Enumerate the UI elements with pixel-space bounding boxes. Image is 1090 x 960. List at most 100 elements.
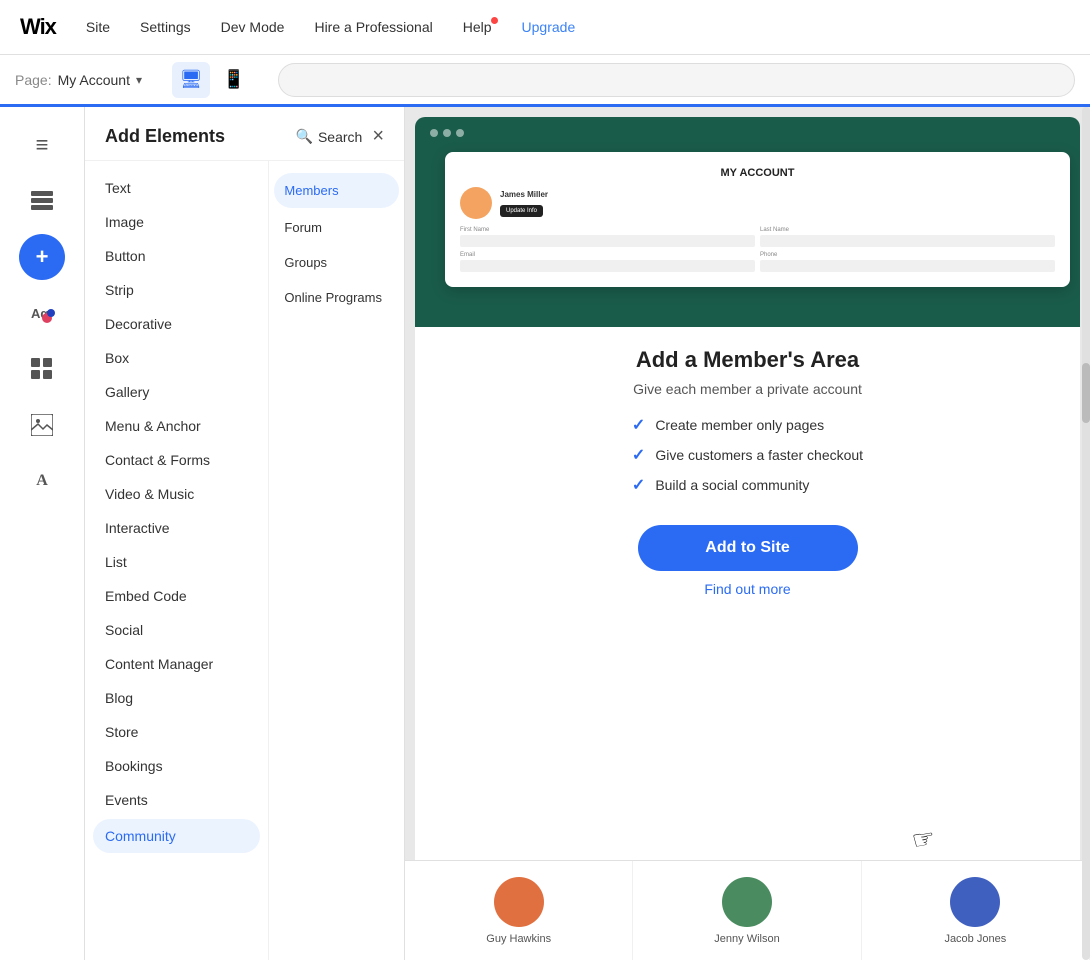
mock-field-label-fn: First Name (460, 227, 755, 233)
sidebar-item-media[interactable] (19, 402, 65, 448)
sidebar-item-pages[interactable]: ≡ (19, 122, 65, 168)
page-selector[interactable]: Page: My Account ▾ (15, 72, 142, 88)
feature-subtitle: Give each member a private account (435, 381, 1060, 397)
mock-field-label-ph: Phone (760, 252, 1055, 258)
avatar-label-3: Jacob Jones (944, 933, 1006, 945)
sidebar-item-apps[interactable] (19, 346, 65, 392)
sidebar-item-theme[interactable]: Aα (19, 290, 65, 336)
mock-field-input-em (460, 260, 755, 272)
view-icons: 🖥 📱 (172, 62, 253, 98)
avatar-preview-3: Jacob Jones (862, 861, 1090, 960)
mock-user-info: James Miller Update Info (500, 190, 548, 217)
category-video-music[interactable]: Video & Music (85, 477, 268, 511)
category-community[interactable]: Community (93, 819, 260, 853)
search-icon: 🔍 (296, 128, 313, 145)
mock-avatar (460, 187, 492, 219)
chevron-down-icon[interactable]: ▾ (136, 73, 142, 87)
mobile-view-button[interactable]: 📱 (215, 62, 253, 98)
category-embed-code[interactable]: Embed Code (85, 579, 268, 613)
nav-settings[interactable]: Settings (140, 19, 191, 35)
bottom-previews: Guy Hawkins Jenny Wilson Jacob Jones (405, 860, 1090, 960)
avatar-1 (494, 877, 544, 927)
dot-3 (456, 129, 464, 137)
mock-avatar-row: James Miller Update Info (460, 187, 1055, 219)
close-panel-button[interactable]: × (372, 125, 384, 148)
feature-checks: ✓ Create member only pages ✓ Give custom… (632, 415, 863, 505)
nav-site[interactable]: Site (86, 19, 110, 35)
add-elements-panel: Add Elements 🔍 Search × Text Image Butto… (85, 107, 405, 960)
category-list[interactable]: List (85, 545, 268, 579)
category-strip[interactable]: Strip (85, 273, 268, 307)
top-bar: Wix Site Settings Dev Mode Hire a Profes… (0, 0, 1090, 55)
category-decorative[interactable]: Decorative (85, 307, 268, 341)
sidebar-item-add[interactable]: + (19, 234, 65, 280)
desktop-view-button[interactable]: 🖥 (172, 62, 210, 98)
main-layout: ≡ + Aα A Add Elements 🔍 Search (0, 107, 1090, 960)
check-item-1: ✓ Create member only pages (632, 415, 863, 435)
avatar-label-2: Jenny Wilson (714, 933, 779, 945)
sub-item-forum[interactable]: Forum (269, 210, 404, 245)
mock-field-input-fn (460, 235, 755, 247)
feature-title: Add a Member's Area (435, 347, 1060, 373)
page-bar: Page: My Account ▾ 🖥 📱 (0, 55, 1090, 107)
check-icon-3: ✓ (632, 475, 645, 495)
page-label: Page: (15, 72, 52, 88)
dot-2 (443, 129, 451, 137)
nav-help[interactable]: Help (463, 19, 492, 35)
nav-devmode[interactable]: Dev Mode (221, 19, 285, 35)
check-label-2: Give customers a faster checkout (655, 447, 863, 463)
category-menu-anchor[interactable]: Menu & Anchor (85, 409, 268, 443)
nav-hire[interactable]: Hire a Professional (314, 19, 432, 35)
avatar-preview-2: Jenny Wilson (633, 861, 861, 960)
check-icon-2: ✓ (632, 445, 645, 465)
avatar-3 (950, 877, 1000, 927)
panel-search-button[interactable]: 🔍 Search (296, 128, 363, 145)
top-search-bar[interactable] (278, 63, 1075, 97)
category-interactive[interactable]: Interactive (85, 511, 268, 545)
dot-1 (430, 129, 438, 137)
category-store[interactable]: Store (85, 715, 268, 749)
category-social[interactable]: Social (85, 613, 268, 647)
category-text[interactable]: Text (85, 171, 268, 205)
mock-field-firstname: First Name (460, 227, 755, 247)
check-icon-1: ✓ (632, 415, 645, 435)
sub-item-online-programs[interactable]: Online Programs (269, 280, 404, 315)
preview-image: MY ACCOUNT James Miller Update Info Firs… (415, 117, 1080, 327)
cursor-hand-icon: ☞ (909, 822, 937, 857)
sidebar-item-sections[interactable] (19, 178, 65, 224)
mock-field-phone: Phone (760, 252, 1055, 272)
avatar-preview-1: Guy Hawkins (405, 861, 633, 960)
sub-item-groups[interactable]: Groups (269, 245, 404, 280)
category-bookings[interactable]: Bookings (85, 749, 268, 783)
mock-account-preview: MY ACCOUNT James Miller Update Info Firs… (445, 152, 1070, 287)
nav-upgrade[interactable]: Upgrade (522, 19, 576, 35)
find-out-more-link[interactable]: Find out more (435, 581, 1060, 597)
category-blog[interactable]: Blog (85, 681, 268, 715)
avatar-label-1: Guy Hawkins (486, 933, 551, 945)
feature-card: MY ACCOUNT James Miller Update Info Firs… (415, 117, 1080, 950)
check-label-1: Create member only pages (655, 417, 824, 433)
sidebar-item-font[interactable]: A (19, 458, 65, 504)
sub-menu: Members Forum Groups Online Programs (269, 161, 404, 960)
panel-title: Add Elements (105, 126, 225, 147)
category-box[interactable]: Box (85, 341, 268, 375)
add-to-site-button[interactable]: Add to Site (638, 525, 858, 571)
mock-field-email: Email (460, 252, 755, 272)
content-area: MY ACCOUNT James Miller Update Info Firs… (405, 107, 1090, 960)
panel-body: Text Image Button Strip Decorative Box G… (85, 161, 404, 960)
mock-field-label-em: Email (460, 252, 755, 258)
category-image[interactable]: Image (85, 205, 268, 239)
category-gallery[interactable]: Gallery (85, 375, 268, 409)
mock-account-title: MY ACCOUNT (460, 167, 1055, 179)
category-button[interactable]: Button (85, 239, 268, 273)
check-item-3: ✓ Build a social community (632, 475, 863, 495)
check-label-3: Build a social community (655, 477, 809, 493)
mock-user-name: James Miller (500, 190, 548, 199)
page-name: My Account (58, 72, 130, 88)
category-events[interactable]: Events (85, 783, 268, 817)
scrollbar-track[interactable] (1082, 107, 1090, 960)
sub-item-members[interactable]: Members (274, 173, 399, 208)
category-content-manager[interactable]: Content Manager (85, 647, 268, 681)
scrollbar-thumb[interactable] (1082, 363, 1090, 423)
category-contact-forms[interactable]: Contact & Forms (85, 443, 268, 477)
